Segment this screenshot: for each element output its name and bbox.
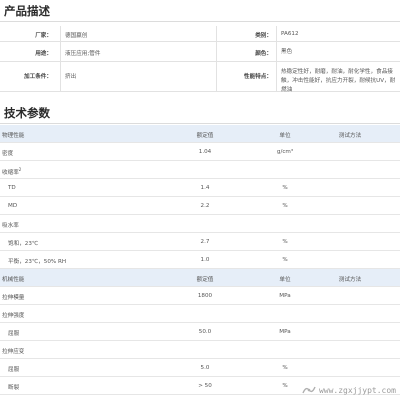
header-property: 物理性能 [2,133,25,139]
property-unit: % [282,185,288,191]
property-unit: MPa [279,293,291,299]
table-row: 屈服 5.0% [0,359,400,377]
property-name: 拉伸应变 [2,349,25,355]
description-row: 厂家： 德国赢创 类别： PA612 [0,26,400,42]
table-row: 平衡，23℃，50% RH 1.0% [0,251,400,269]
table-header-row: 物理性能 额定值 单位 测试方法 [0,125,400,143]
usage-label: 用途： [35,51,52,57]
features-label: 性能特点： [216,62,272,91]
property-value: > 50 [198,383,212,389]
property-unit: % [282,365,288,371]
property-name: 吸水率 [2,223,19,229]
property-name: 屈服 [8,367,20,373]
tech-title: 技术参数 [4,106,50,120]
table-row: 吸水率 [0,215,400,233]
manufacturer-label: 厂家： [35,33,52,39]
property-name: 断裂 [8,385,20,391]
property-name: 拉伸强度 [2,313,25,319]
watermark-text: www.zgxjjypt.com [318,385,396,395]
table-row: TD 1.4% [0,179,400,197]
property-value: 2.7 [200,239,210,245]
color-label: 颜色： [216,42,272,61]
property-unit: % [282,239,288,245]
processing-label: 加工条件： [24,74,52,80]
table-row: 屈服 50.0 MPa [0,323,400,341]
header-unit: 单位 [279,133,291,139]
header-property: 机械性能 [2,277,25,283]
property-name: 平衡，23℃，50% RH [8,259,67,265]
property-value: 1.0 [200,257,210,263]
table-row: MD 2.2% [0,197,400,215]
property-name: 密度 [2,151,14,157]
category-value: PA612 [276,26,400,41]
header-value: 额定值 [196,133,214,139]
property-value: 5.0 [200,365,210,371]
table-row: 收缩率2 [0,161,400,179]
property-unit: % [282,203,288,209]
tech-section-header: 技术参数 [0,102,400,124]
property-unit: % [282,257,288,263]
table-row: 拉伸模量 1800 MPa [0,287,400,305]
property-name: TD [8,185,16,191]
header-value: 额定值 [196,277,214,283]
description-row: 加工条件： 挤出 性能特点： 热稳定性好，耐磨，耐油，耐化学性，食品接触，冲击性… [0,62,400,93]
property-name: 收缩率2 [2,167,22,176]
description-section-header: 产品描述 [0,0,400,22]
property-name: MD [8,203,18,209]
footnote-marker: 2 [18,167,22,172]
features-value: 热稳定性好，耐磨，耐油，耐化学性，食品接触，冲击性能好，抗应力开裂，耐候抗UV，… [276,62,400,93]
manufacturer-value: 德国赢创 [60,26,210,41]
property-value: 50.0 [198,329,212,335]
table-row: 饱和，23℃ 2.7% [0,233,400,251]
property-value: 1.04 [198,149,212,155]
table-row: 密度 1.04 g/cm³ [0,143,400,161]
header-unit: 单位 [279,277,291,283]
usage-value: 液压应用;管件 [60,42,210,61]
property-value: 2.2 [200,203,210,209]
color-value: 黑色 [276,42,400,61]
property-value: 1.4 [200,185,210,191]
header-test-method: 测试方法 [338,133,362,139]
description-title: 产品描述 [4,4,50,18]
property-value: 1800 [197,293,213,299]
description-row: 用途： 液压应用;管件 颜色： 黑色 [0,42,400,62]
property-unit: g/cm³ [276,149,294,155]
processing-value: 挤出 [60,62,210,91]
table-row: 拉伸应变 [0,341,400,359]
property-name: 饱和，23℃ [8,241,39,247]
property-name: 拉伸模量 [2,295,25,301]
category-label: 类别： [216,26,272,41]
property-unit: MPa [279,329,291,335]
table-header-row: 机械性能 额定值 单位 测试方法 [0,269,400,287]
property-name: 屈服 [8,331,20,337]
logo-icon [302,385,316,395]
watermark: www.zgxjjypt.com [302,385,396,395]
table-row: 拉伸强度 [0,305,400,323]
header-test-method: 测试方法 [338,277,362,283]
